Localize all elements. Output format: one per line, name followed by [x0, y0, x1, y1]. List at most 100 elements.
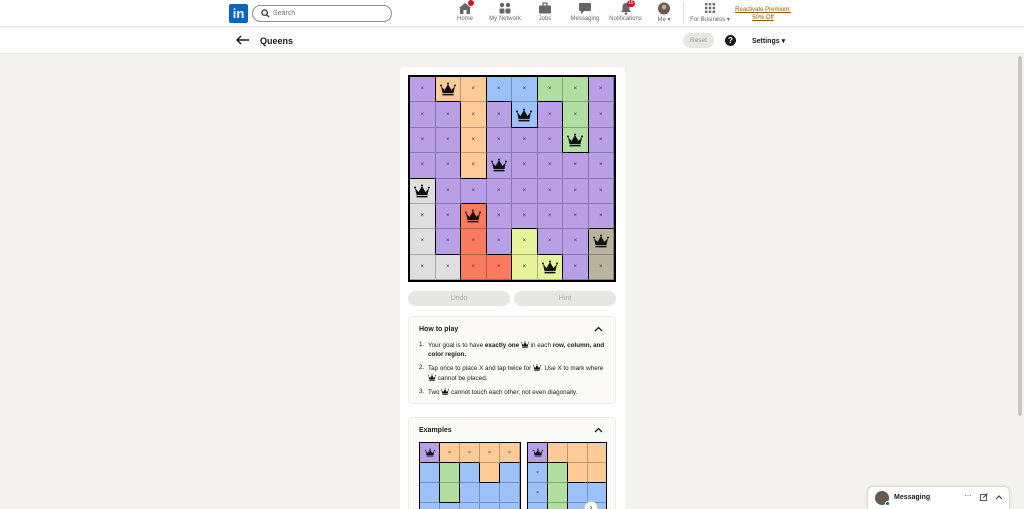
empty-cell[interactable] [588, 483, 606, 503]
empty-cell[interactable] [420, 463, 440, 483]
marked-cell[interactable]: × [461, 77, 487, 103]
marked-cell[interactable]: × [440, 443, 460, 463]
queen-cell[interactable] [537, 254, 563, 280]
marked-cell[interactable]: × [563, 203, 589, 230]
nav-messaging[interactable]: Messaging [570, 2, 600, 26]
nav-me[interactable]: Me ▾ [654, 2, 674, 26]
marked-cell[interactable]: × [563, 153, 589, 179]
search-box[interactable] [252, 5, 392, 22]
empty-cell[interactable] [548, 463, 568, 483]
queen-cell[interactable] [512, 102, 538, 128]
nav-jobs[interactable]: Jobs [535, 2, 555, 26]
marked-cell[interactable]: × [410, 77, 436, 103]
settings-button[interactable]: Settings ▾ [752, 37, 785, 45]
queen-cell[interactable] [528, 443, 548, 463]
empty-cell[interactable] [568, 443, 588, 463]
queen-cell[interactable] [461, 203, 487, 230]
more-options-icon[interactable]: ··· [964, 491, 972, 500]
nav-for-business[interactable]: For Business ▾ [690, 2, 730, 26]
marked-cell[interactable]: × [563, 102, 589, 128]
marked-cell[interactable]: × [537, 229, 563, 255]
empty-cell[interactable] [500, 483, 520, 503]
marked-cell[interactable]: × [537, 127, 563, 154]
empty-cell[interactable] [480, 463, 500, 483]
compose-icon[interactable] [980, 493, 988, 503]
hint-button[interactable]: Hint [514, 291, 616, 306]
chevron-up-icon[interactable] [594, 427, 603, 433]
empty-cell[interactable] [588, 463, 606, 483]
empty-cell[interactable] [480, 503, 500, 509]
nav-notifications[interactable]: 16 Notifications [608, 0, 643, 26]
marked-cell[interactable]: × [410, 127, 436, 154]
marked-cell[interactable]: × [588, 102, 614, 128]
empty-cell[interactable] [460, 463, 480, 483]
empty-cell[interactable] [460, 483, 480, 503]
marked-cell[interactable]: × [460, 443, 480, 463]
chevron-up-icon[interactable] [594, 326, 603, 332]
empty-cell[interactable] [588, 443, 606, 463]
empty-cell[interactable] [548, 443, 568, 463]
reactivate-premium-link[interactable]: Reactivate Premium: 50% Off [730, 6, 796, 22]
marked-cell[interactable]: × [512, 153, 538, 179]
empty-cell[interactable] [440, 483, 460, 503]
marked-cell[interactable]: × [410, 102, 436, 128]
marked-cell[interactable]: × [512, 203, 538, 230]
marked-cell[interactable]: × [537, 77, 563, 103]
marked-cell[interactable]: × [461, 153, 487, 179]
empty-cell[interactable] [460, 503, 480, 509]
marked-cell[interactable]: × [435, 102, 461, 128]
empty-cell[interactable] [528, 503, 548, 509]
marked-cell[interactable]: × [528, 483, 548, 503]
marked-cell[interactable]: × [461, 102, 487, 128]
marked-cell[interactable]: × [537, 102, 563, 128]
marked-cell[interactable]: × [588, 127, 614, 154]
marked-cell[interactable]: × [410, 229, 436, 255]
next-example-button[interactable]: › [584, 501, 598, 509]
nav-home[interactable]: Home [452, 0, 478, 26]
empty-cell[interactable] [480, 483, 500, 503]
queen-cell[interactable] [486, 153, 512, 179]
marked-cell[interactable]: × [435, 127, 461, 154]
empty-cell[interactable] [548, 503, 568, 509]
marked-cell[interactable]: × [435, 153, 461, 179]
marked-cell[interactable]: × [486, 203, 512, 230]
marked-cell[interactable]: × [528, 463, 548, 483]
linkedin-logo[interactable]: in [229, 4, 248, 23]
empty-cell[interactable] [548, 483, 568, 503]
marked-cell[interactable]: × [512, 229, 538, 255]
marked-cell[interactable]: × [512, 254, 538, 280]
empty-cell[interactable] [440, 463, 460, 483]
undo-button[interactable]: Undo [408, 291, 510, 306]
search-input[interactable] [273, 7, 383, 20]
marked-cell[interactable]: × [435, 178, 461, 204]
messaging-overlay[interactable]: Messaging ··· [867, 486, 1010, 509]
marked-cell[interactable]: × [512, 127, 538, 154]
marked-cell[interactable]: × [512, 178, 538, 204]
marked-cell[interactable]: × [537, 153, 563, 179]
marked-cell[interactable]: × [563, 178, 589, 204]
marked-cell[interactable]: × [588, 254, 614, 280]
queen-cell[interactable] [410, 178, 436, 204]
empty-cell[interactable] [500, 503, 520, 509]
marked-cell[interactable]: × [461, 254, 487, 280]
empty-cell[interactable] [568, 483, 588, 503]
marked-cell[interactable]: × [563, 254, 589, 280]
help-icon[interactable]: ? [725, 35, 736, 46]
marked-cell[interactable]: × [480, 443, 500, 463]
empty-cell[interactable] [500, 463, 520, 483]
empty-cell[interactable] [568, 463, 588, 483]
marked-cell[interactable]: × [435, 229, 461, 255]
back-arrow-icon[interactable] [236, 35, 250, 45]
queen-cell[interactable] [563, 127, 589, 154]
reset-button[interactable]: Reset [683, 33, 714, 48]
marked-cell[interactable]: × [461, 178, 487, 204]
empty-cell[interactable] [420, 503, 440, 509]
marked-cell[interactable]: × [410, 203, 436, 230]
marked-cell[interactable]: × [435, 254, 461, 280]
marked-cell[interactable]: × [563, 229, 589, 255]
marked-cell[interactable]: × [486, 178, 512, 204]
marked-cell[interactable]: × [563, 77, 589, 103]
queen-cell[interactable] [588, 229, 614, 255]
marked-cell[interactable]: × [410, 153, 436, 179]
marked-cell[interactable]: × [461, 127, 487, 154]
